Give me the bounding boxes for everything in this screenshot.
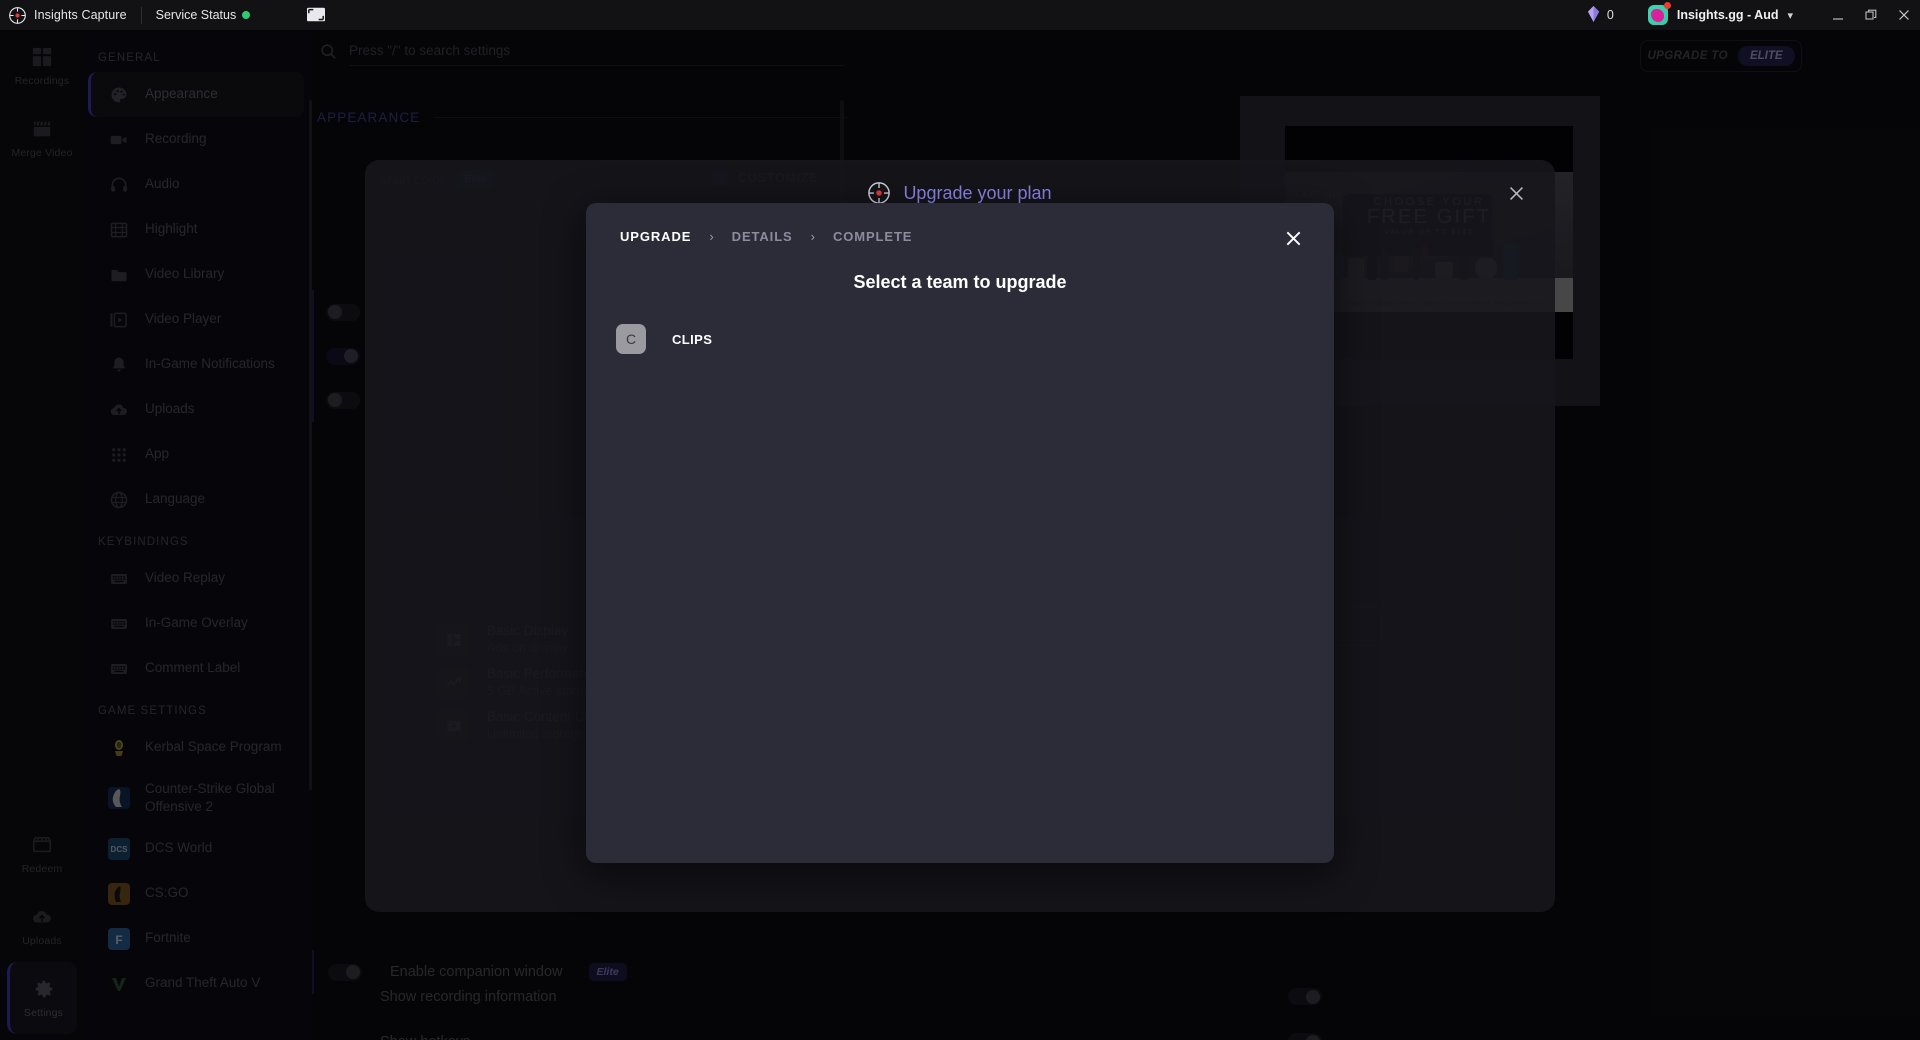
chevron-right-icon: › (810, 229, 815, 244)
gem-counter[interactable]: 0 (1587, 5, 1614, 25)
upgrade-overlay-title: Upgrade your plan (903, 182, 1052, 203)
close-button[interactable] (1887, 0, 1920, 30)
insights-logo-icon (868, 182, 891, 204)
insights-logo-icon (0, 6, 34, 24)
app-name: Insights Capture (34, 8, 127, 22)
avatar (1647, 2, 1671, 25)
chevron-right-icon: › (709, 229, 714, 244)
upgrade-overlay-header: Upgrade your plan (365, 182, 1555, 204)
title-bar: Insights Capture Service Status 0 Insigh… (0, 0, 1920, 30)
step-complete[interactable]: COMPLETE (833, 229, 912, 244)
chevron-down-icon: ▾ (1787, 9, 1793, 22)
user-menu[interactable]: Insights.gg - Aud ▾ (1647, 2, 1793, 25)
status-dot-icon (242, 11, 251, 19)
titlebar-divider (140, 6, 142, 24)
monitor-icon[interactable] (305, 6, 327, 24)
step-details[interactable]: DETAILS (732, 229, 793, 244)
team-list-item[interactable]: C CLIPS (616, 324, 712, 354)
notification-dot-icon (1663, 2, 1671, 9)
maximize-button[interactable] (1854, 0, 1887, 30)
app-window: Insights Capture Service Status 0 Insigh… (0, 0, 1920, 1040)
gem-count: 0 (1606, 8, 1614, 22)
username: Insights.gg - Aud (1676, 8, 1779, 22)
modal-title: Select a team to upgrade (853, 272, 1067, 292)
titlebar-right: 0 Insights.gg - Aud ▾ (1587, 0, 1920, 30)
team-avatar: C (616, 324, 646, 354)
service-status[interactable]: Service Status (156, 8, 251, 22)
modal-close-button[interactable] (1280, 225, 1306, 251)
modal-step-breadcrumb: UPGRADE › DETAILS › COMPLETE (620, 229, 912, 244)
upgrade-overlay-close-button[interactable] (1503, 180, 1529, 206)
step-upgrade[interactable]: UPGRADE (620, 229, 691, 244)
minimize-button[interactable] (1821, 0, 1854, 30)
gem-icon (1587, 5, 1600, 25)
team-name: CLIPS (672, 331, 713, 347)
service-status-label: Service Status (155, 8, 237, 22)
upgrade-modal: UPGRADE › DETAILS › COMPLETE Select a te… (586, 203, 1334, 863)
